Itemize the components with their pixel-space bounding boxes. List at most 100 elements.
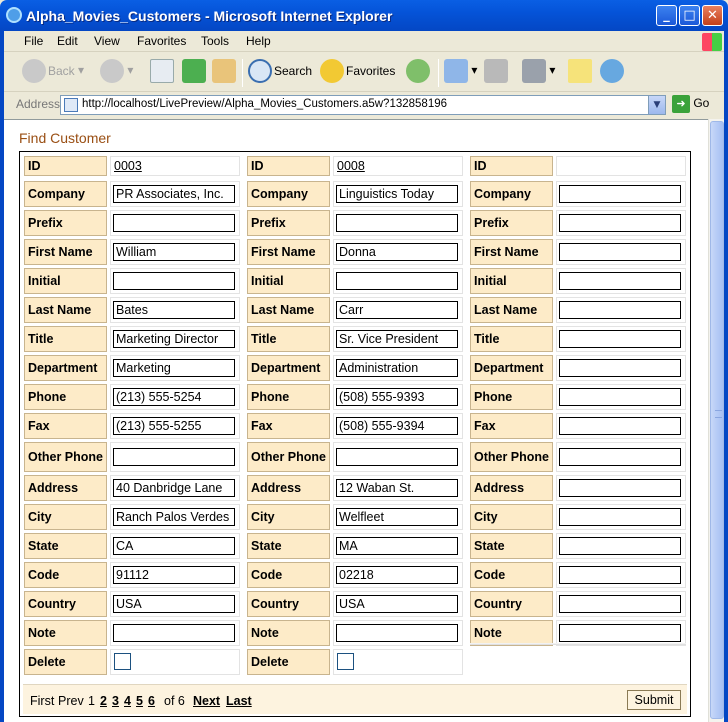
phone-input[interactable]: (508) 555-9393 [336, 388, 458, 406]
company-input[interactable]: Linguistics Today [336, 185, 458, 203]
code-input[interactable] [559, 566, 681, 584]
note-input[interactable] [559, 624, 681, 642]
stop-button[interactable] [150, 59, 174, 87]
first-name-input[interactable]: William [113, 243, 235, 261]
prefix-input[interactable] [113, 214, 235, 232]
code-input[interactable]: 91112 [113, 566, 235, 584]
company-cell: PR Associates, Inc. [110, 181, 240, 207]
pager-first[interactable]: First [30, 694, 54, 708]
last-name-input[interactable] [559, 301, 681, 319]
favorites-button[interactable]: Favorites [320, 59, 395, 87]
city-input[interactable]: Ranch Palos Verdes [113, 508, 235, 526]
field-row-fax: Fax [470, 413, 686, 439]
pager-page-5[interactable]: 5 [136, 694, 143, 708]
menu-edit[interactable]: Edit [57, 34, 78, 48]
submit-button[interactable]: Submit [627, 690, 681, 710]
vertical-scrollbar[interactable] [708, 119, 724, 722]
minimize-button[interactable]: _ [656, 5, 677, 26]
country-input[interactable]: USA [336, 595, 458, 613]
menu-view[interactable]: View [94, 34, 120, 48]
pager-page-3[interactable]: 3 [112, 694, 119, 708]
delete-checkbox[interactable] [337, 653, 354, 670]
fax-input[interactable]: (508) 555-9394 [336, 417, 458, 435]
record-id-link[interactable]: 0008 [337, 159, 365, 173]
pager-page-2[interactable]: 2 [100, 694, 107, 708]
department-input[interactable] [559, 359, 681, 377]
pager-last[interactable]: Last [226, 694, 252, 708]
field-row-state: State [470, 533, 686, 559]
first-name-input[interactable] [559, 243, 681, 261]
pager-page-6[interactable]: 6 [148, 694, 155, 708]
title-input[interactable] [559, 330, 681, 348]
pager-next[interactable]: Next [193, 694, 220, 708]
city-input[interactable] [559, 508, 681, 526]
prefix-input[interactable] [336, 214, 458, 232]
state-input[interactable]: MA [336, 537, 458, 555]
field-row-delete: Delete [247, 649, 463, 675]
note-input[interactable] [113, 624, 235, 642]
scrollbar-thumb[interactable] [710, 121, 724, 719]
fax-input[interactable] [559, 417, 681, 435]
country-input[interactable]: USA [113, 595, 235, 613]
first-name-cell: Donna [333, 239, 463, 265]
refresh-button[interactable] [182, 59, 206, 87]
last-name-input[interactable]: Bates [113, 301, 235, 319]
menu-file[interactable]: File [24, 34, 43, 48]
record-id-link[interactable]: 0003 [114, 159, 142, 173]
address-input[interactable]: 12 Waban St. [336, 479, 458, 497]
code-input[interactable]: 02218 [336, 566, 458, 584]
department-input[interactable]: Administration [336, 359, 458, 377]
mail-button[interactable]: ▾ [444, 59, 477, 87]
initial-input[interactable] [559, 272, 681, 290]
note-input[interactable] [336, 624, 458, 642]
menu-help[interactable]: Help [246, 34, 271, 48]
other-phone-label: Other Phone [247, 442, 330, 472]
menu-tools[interactable]: Tools [201, 34, 229, 48]
address-dropdown-icon[interactable]: ▼ [648, 96, 665, 114]
state-cell: CA [110, 533, 240, 559]
discuss-button[interactable] [568, 59, 592, 87]
initial-input[interactable] [336, 272, 458, 290]
close-button[interactable]: ✕ [702, 5, 723, 26]
company-input[interactable]: PR Associates, Inc. [113, 185, 235, 203]
history-button[interactable] [406, 59, 430, 87]
pager-prev[interactable]: Prev [58, 694, 84, 708]
fax-cell [556, 413, 686, 439]
print-button[interactable] [484, 59, 508, 87]
back-button[interactable]: Back ▾ [22, 59, 84, 87]
state-input[interactable] [559, 537, 681, 555]
forward-button[interactable]: ▾ [100, 59, 133, 87]
home-button[interactable] [212, 59, 236, 87]
address-input[interactable]: http://localhost/LivePreview/Alpha_Movie… [60, 95, 666, 115]
history-icon [406, 59, 430, 83]
department-input[interactable]: Marketing [113, 359, 235, 377]
other-phone-input[interactable] [559, 448, 681, 466]
city-input[interactable]: Welfleet [336, 508, 458, 526]
pager-page-4[interactable]: 4 [124, 694, 131, 708]
first-name-input[interactable]: Donna [336, 243, 458, 261]
delete-checkbox[interactable] [114, 653, 131, 670]
initial-input[interactable] [113, 272, 235, 290]
address-input[interactable] [559, 479, 681, 497]
go-button[interactable]: ➜ Go [672, 95, 709, 113]
search-button[interactable]: Search [248, 59, 312, 87]
prefix-input[interactable] [559, 214, 681, 232]
phone-input[interactable] [559, 388, 681, 406]
company-input[interactable] [559, 185, 681, 203]
edit-button[interactable]: ▾ [522, 59, 555, 87]
messenger-button[interactable] [600, 59, 624, 87]
phone-input[interactable]: (213) 555-5254 [113, 388, 235, 406]
address-input[interactable]: 40 Danbridge Lane [113, 479, 235, 497]
company-cell: Linguistics Today [333, 181, 463, 207]
other-phone-input[interactable] [113, 448, 235, 466]
maximize-button[interactable]: □ [679, 5, 700, 26]
other-phone-input[interactable] [336, 448, 458, 466]
country-input[interactable] [559, 595, 681, 613]
fax-input[interactable]: (213) 555-5255 [113, 417, 235, 435]
title-input[interactable]: Sr. Vice President [336, 330, 458, 348]
toolbar-separator [242, 59, 243, 87]
state-input[interactable]: CA [113, 537, 235, 555]
last-name-input[interactable]: Carr [336, 301, 458, 319]
title-input[interactable]: Marketing Director [113, 330, 235, 348]
menu-favorites[interactable]: Favorites [137, 34, 186, 48]
